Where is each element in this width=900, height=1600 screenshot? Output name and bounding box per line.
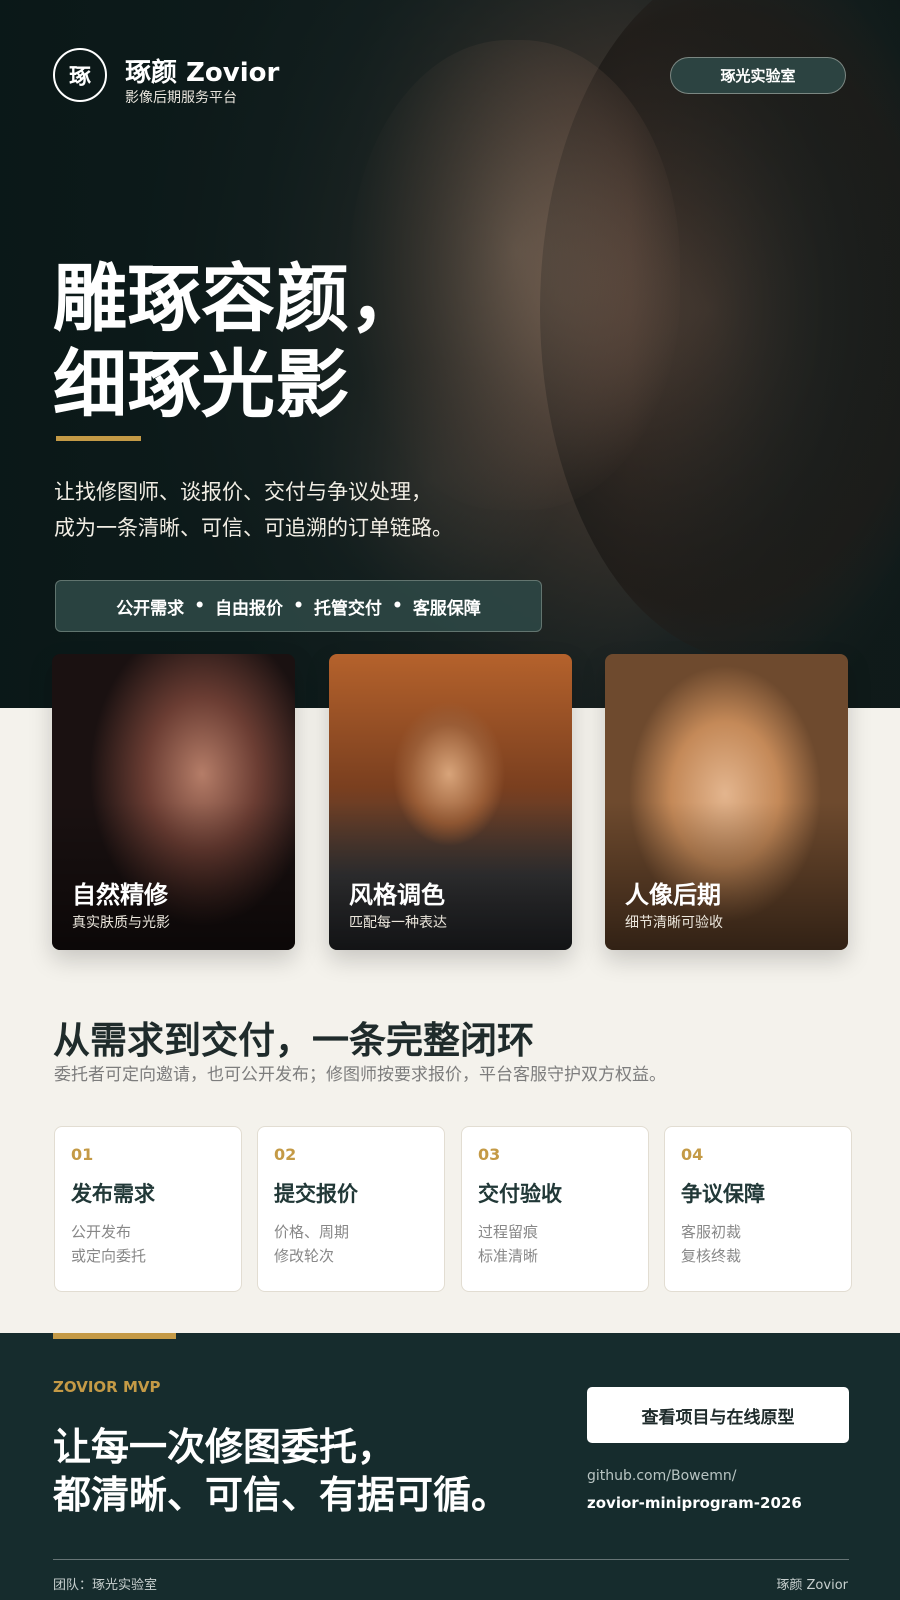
footer-team: 团队：琢光实验室 (53, 1578, 158, 1593)
card-title: 人像后期 (625, 881, 721, 909)
step-detail: 复核终裁 (681, 1247, 742, 1265)
card-subtitle: 细节清晰可验收 (625, 915, 723, 931)
step-detail: 过程留痕 (478, 1223, 539, 1241)
step-detail: 价格、周期 (274, 1223, 350, 1241)
hero-intro-line: 让找修图师、谈报价、交付与争议处理， (54, 480, 432, 504)
feature-tag: 自由报价 (215, 598, 284, 619)
service-card-portrait[interactable]: 人像后期 细节清晰可验收 (605, 654, 848, 950)
process-title: 从需求到交付，一条完整闭环 (53, 1019, 534, 1062)
footer-divider (53, 1559, 849, 1560)
footer-accent-bar (53, 1333, 176, 1339)
tag-separator: • (391, 596, 403, 616)
tag-separator: • (194, 596, 206, 616)
repo-name-link[interactable]: zovior-miniprogram-2026 (587, 1494, 802, 1512)
service-card-retouch[interactable]: 自然精修 真实肤质与光影 (52, 654, 295, 950)
step-title: 提交报价 (274, 1182, 358, 1206)
card-title: 风格调色 (349, 881, 445, 909)
footer-slogan-line: 都清晰、可信、有据可循。 (53, 1473, 510, 1517)
step-number: 01 (71, 1145, 94, 1164)
feature-tags-bar: 公开需求 • 自由报价 • 托管交付 • 客服保障 (55, 580, 542, 632)
step-number: 04 (681, 1145, 704, 1164)
step-card-quote: 02 提交报价 价格、周期 修改轮次 (257, 1126, 445, 1292)
service-card-color-grading[interactable]: 风格调色 匹配每一种表达 (329, 654, 572, 950)
step-card-delivery: 03 交付验收 过程留痕 标准清晰 (461, 1126, 649, 1292)
hero-headline-line: 雕琢容颜， (53, 256, 423, 342)
card-subtitle: 真实肤质与光影 (72, 915, 170, 931)
brand-tagline: 影像后期服务平台 (125, 90, 237, 106)
step-title: 争议保障 (681, 1182, 765, 1206)
step-card-publish: 01 发布需求 公开发布 或定向委托 (54, 1126, 242, 1292)
step-title: 发布需求 (71, 1182, 155, 1206)
step-number: 03 (478, 1145, 501, 1164)
step-detail: 修改轮次 (274, 1247, 335, 1265)
card-title: 自然精修 (72, 881, 168, 909)
step-detail: 或定向委托 (71, 1247, 147, 1265)
feature-tag: 公开需求 (116, 598, 185, 619)
step-detail: 标准清晰 (478, 1247, 539, 1265)
footer-brand-mark: 琢颜 Zovior (776, 1578, 848, 1593)
tag-separator: • (293, 596, 304, 616)
page: 琢 琢颜 Zovior 影像后期服务平台 琢光实验室 雕琢容颜， 细琢光影 让找… (0, 0, 900, 1600)
footer-eyebrow: ZOVIOR MVP (53, 1378, 161, 1396)
footer-slogan: 让每一次修图委托， 都清晰、可信、有据可循。 (53, 1423, 509, 1519)
hero-intro-line: 成为一条清晰、可信、可追溯的订单链路。 (54, 516, 453, 540)
feature-tag: 托管交付 (313, 598, 382, 619)
feature-tag: 客服保障 (412, 598, 481, 619)
headline-accent-bar (56, 436, 141, 441)
logo-icon[interactable]: 琢 (53, 48, 107, 102)
step-detail: 客服初裁 (681, 1223, 742, 1241)
step-detail: 公开发布 (71, 1223, 132, 1241)
process-subtitle: 委托者可定向邀请，也可公开发布；修图师按要求报价，平台客服守护双方权益。 (54, 1065, 666, 1085)
step-title: 交付验收 (478, 1182, 562, 1206)
hero-headline-line: 细琢光影 (53, 342, 349, 428)
card-subtitle: 匹配每一种表达 (349, 915, 447, 931)
hero-headline: 雕琢容颜， 细琢光影 (53, 256, 423, 428)
view-project-button[interactable]: 查看项目与在线原型 (587, 1387, 849, 1443)
hero-intro: 让找修图师、谈报价、交付与争议处理， 成为一条清晰、可信、可追溯的订单链路。 (54, 474, 453, 546)
footer-slogan-line: 让每一次修图委托， (53, 1425, 396, 1469)
brand-name: 琢颜 Zovior (125, 58, 280, 88)
step-card-dispute: 04 争议保障 客服初裁 复核终裁 (664, 1126, 852, 1292)
repo-host-link[interactable]: github.com/Bowemn/ (587, 1468, 736, 1484)
step-number: 02 (274, 1145, 297, 1164)
lab-button[interactable]: 琢光实验室 (670, 57, 846, 94)
